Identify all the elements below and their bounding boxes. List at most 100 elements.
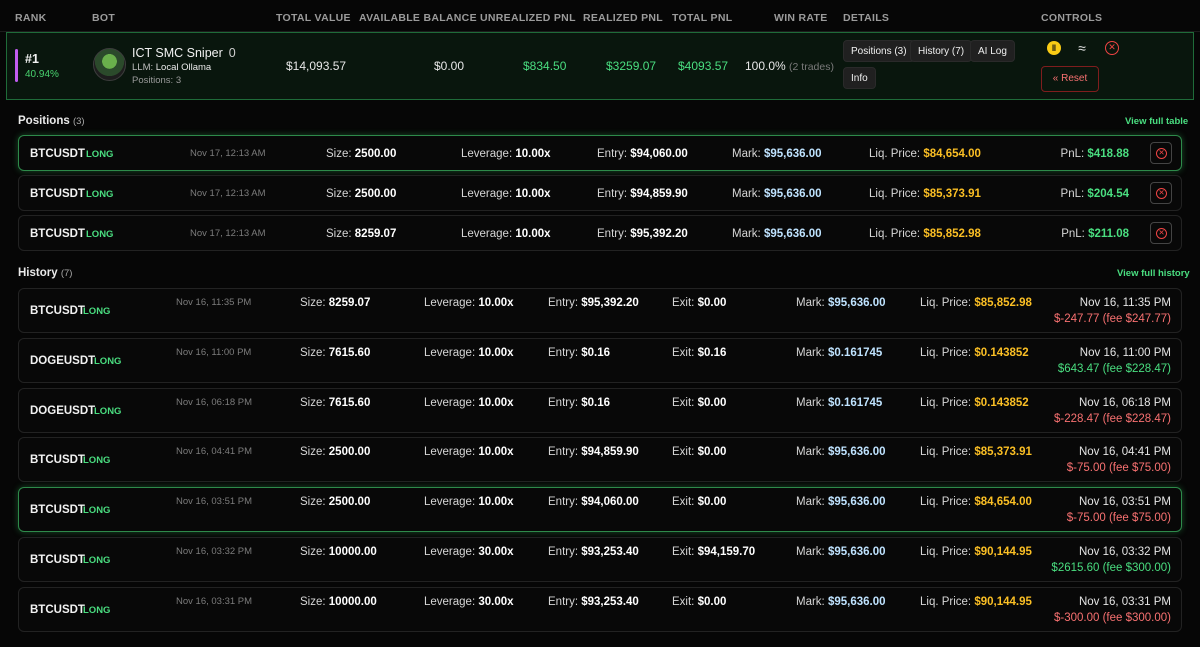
ai-log-button[interactable]: AI Log xyxy=(970,40,1015,62)
history-liq-price: Liq. Price: $0.143852 xyxy=(920,397,1029,409)
col-details: DETAILS xyxy=(843,12,890,24)
history-closed-time: Nov 16, 06:18 PM xyxy=(1078,397,1171,409)
position-row[interactable]: BTCUSDT LONG Nov 17, 12:13 AM Size: 2500.00… xyxy=(18,135,1182,171)
bot-avatar xyxy=(93,48,126,81)
strategy-icon[interactable]: ≈ xyxy=(1073,41,1091,55)
history-closed-time: Nov 16, 04:41 PM xyxy=(1078,446,1171,458)
col-win-rate: WIN RATE xyxy=(774,12,828,24)
history-pnl: $643.47 (fee $228.47) xyxy=(1057,363,1171,375)
history-row[interactable]: DOGEUSDT LONG Nov 16, 06:18 PM Size: 7615.6… xyxy=(18,388,1182,433)
history-exit: Exit: $0.00 xyxy=(672,446,727,458)
history-liq-price: Liq. Price: $85,852.98 xyxy=(920,297,1032,309)
history-row[interactable]: BTCUSDT LONG Nov 16, 04:41 PM Size: 2500.00… xyxy=(18,437,1182,482)
close-icon[interactable]: ✕ xyxy=(1105,41,1119,55)
col-total-value: TOTAL VALUE xyxy=(276,12,351,24)
history-pnl: $-228.47 (fee $228.47) xyxy=(1053,413,1171,425)
total-value: $14,093.57 xyxy=(286,59,347,73)
history-side: LONG xyxy=(83,306,111,317)
history-size: Size: 8259.07 xyxy=(300,297,371,309)
history-symbol: BTCUSDT xyxy=(30,305,85,317)
history-exit: Exit: $94,159.70 xyxy=(672,546,756,558)
history-entry: Entry: $95,392.20 xyxy=(548,297,639,309)
bot-row[interactable]: #1 40.94% ICT SMC Sniper 0 LLM: Local Oll… xyxy=(6,32,1194,100)
win-rate: 100.0% (2 trades) xyxy=(745,59,834,73)
history-exit: Exit: $0.00 xyxy=(672,397,727,409)
view-full-table-link[interactable]: View full table xyxy=(1125,116,1188,127)
position-pnl: PnL: $204.54 xyxy=(1060,188,1129,200)
history-liq-price: Liq. Price: $84,654.00 xyxy=(920,496,1032,508)
history-row[interactable]: DOGEUSDT LONG Nov 16, 11:00 PM Size: 7615.6… xyxy=(18,338,1182,383)
history-liq-price: Liq. Price: $85,373.91 xyxy=(920,446,1032,458)
position-symbol: BTCUSDT xyxy=(30,188,85,200)
position-mark: Mark: $95,636.00 xyxy=(732,188,822,200)
position-time: Nov 17, 12:13 AM xyxy=(190,148,266,159)
position-leverage: Leverage: 10.00x xyxy=(461,228,551,240)
history-pnl: $-75.00 (fee $75.00) xyxy=(1066,462,1171,474)
view-full-history-link[interactable]: View full history xyxy=(1117,268,1190,279)
history-row[interactable]: BTCUSDT LONG Nov 16, 11:35 PM Size: 8259.07… xyxy=(18,288,1182,333)
col-bot: BOT xyxy=(92,12,116,24)
position-row[interactable]: BTCUSDT LONG Nov 17, 12:13 AM Size: 2500.00… xyxy=(18,175,1182,211)
history-pnl: $-300.00 (fee $300.00) xyxy=(1053,612,1171,624)
close-position-button[interactable]: ✕ xyxy=(1150,142,1172,164)
history-size: Size: 7615.60 xyxy=(300,347,371,359)
history-row[interactable]: BTCUSDT LONG Nov 16, 03:31 PM Size: 10000.0… xyxy=(18,587,1182,632)
history-mark: Mark: $95,636.00 xyxy=(796,297,886,309)
history-leverage: Leverage: 10.00x xyxy=(424,297,514,309)
bot-llm-value: Local Ollama xyxy=(155,62,212,73)
pause-icon[interactable]: ǁ xyxy=(1047,41,1061,55)
history-pnl: $-75.00 (fee $75.00) xyxy=(1066,512,1171,524)
col-controls: CONTROLS xyxy=(1041,12,1103,24)
position-leverage: Leverage: 10.00x xyxy=(461,188,551,200)
col-rank: RANK xyxy=(15,12,47,24)
col-realized-pnl: REALIZED PNL xyxy=(583,12,664,24)
position-mark: Mark: $95,636.00 xyxy=(732,228,822,240)
history-leverage: Leverage: 30.00x xyxy=(424,596,514,608)
history-pnl: $2615.60 (fee $300.00) xyxy=(1051,562,1171,574)
available-balance: $0.00 xyxy=(434,59,465,73)
history-closed-time: Nov 16, 03:32 PM xyxy=(1078,546,1171,558)
history-entry: Entry: $93,253.40 xyxy=(548,596,639,608)
position-side: LONG xyxy=(86,189,114,200)
history-leverage: Leverage: 30.00x xyxy=(424,546,514,558)
history-entry: Entry: $94,859.90 xyxy=(548,446,639,458)
rank-number: #1 xyxy=(25,52,39,66)
history-time: Nov 16, 06:18 PM xyxy=(176,397,253,408)
positions-count: (3) xyxy=(72,116,85,127)
table-header: RANK BOT TOTAL VALUE AVAILABLE BALANCE U… xyxy=(0,0,1200,32)
unrealized-pnl: $834.50 xyxy=(523,59,567,73)
history-size: Size: 2500.00 xyxy=(300,446,371,458)
history-exit: Exit: $0.00 xyxy=(672,297,727,309)
bot-llm: LLM: Local Ollama xyxy=(132,62,212,73)
history-mark: Mark: $95,636.00 xyxy=(796,446,886,458)
col-available-balance: AVAILABLE BALANCE xyxy=(359,12,477,24)
history-side: LONG xyxy=(94,406,122,417)
close-position-button[interactable]: ✕ xyxy=(1150,182,1172,204)
history-row[interactable]: BTCUSDT LONG Nov 16, 03:32 PM Size: 10000.0… xyxy=(18,537,1182,582)
position-side: LONG xyxy=(86,149,114,160)
trade-count: (2 trades) xyxy=(789,61,834,73)
position-size: Size: 2500.00 xyxy=(326,148,397,160)
bot-name: ICT SMC Sniper 0 xyxy=(132,46,236,60)
history-size: Size: 2500.00 xyxy=(300,496,371,508)
info-button[interactable]: Info xyxy=(843,67,876,89)
positions-button[interactable]: Positions (3) xyxy=(843,40,915,62)
history-exit: Exit: $0.00 xyxy=(672,596,727,608)
history-closed-time: Nov 16, 03:31 PM xyxy=(1078,596,1171,608)
bot-positions: Positions: 3 xyxy=(132,75,182,86)
history-time: Nov 16, 11:35 PM xyxy=(176,297,252,308)
history-button[interactable]: History (7) xyxy=(910,40,973,62)
reset-button[interactable]: « Reset xyxy=(1041,66,1099,92)
history-side: LONG xyxy=(83,555,111,566)
bot-name-count: 0 xyxy=(228,46,236,60)
position-row[interactable]: BTCUSDT LONG Nov 17, 12:13 AM Size: 8259.07… xyxy=(18,215,1182,251)
history-mark: Mark: $0.161745 xyxy=(796,347,883,359)
close-position-button[interactable]: ✕ xyxy=(1150,222,1172,244)
history-count: (7) xyxy=(60,268,73,279)
history-pnl: $-247.77 (fee $247.77) xyxy=(1053,313,1171,325)
history-row[interactable]: BTCUSDT LONG Nov 16, 03:51 PM Size: 2500.00… xyxy=(18,487,1182,532)
position-mark: Mark: $95,636.00 xyxy=(732,148,822,160)
history-time: Nov 16, 03:31 PM xyxy=(176,596,253,607)
history-symbol: BTCUSDT xyxy=(30,604,85,616)
history-side: LONG xyxy=(83,605,111,616)
